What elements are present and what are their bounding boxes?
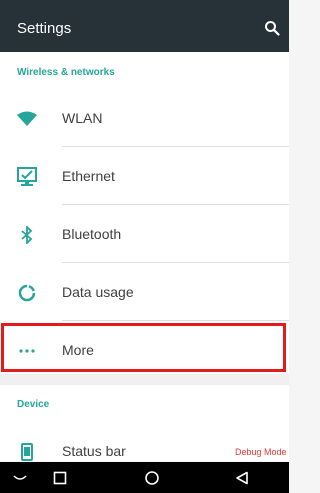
app-bar: Settings: [0, 0, 289, 52]
phone-icon: [16, 441, 38, 463]
settings-item-wlan[interactable]: WLAN: [0, 90, 289, 147]
divider: [62, 146, 289, 147]
collapse-icon[interactable]: [11, 469, 29, 487]
settings-item-label: Ethernet: [62, 168, 115, 184]
settings-item-label: Bluetooth: [62, 226, 122, 242]
divider: [62, 262, 289, 263]
settings-item-data-usage[interactable]: Data usage: [0, 264, 289, 321]
divider: [62, 204, 289, 205]
bluetooth-icon: [16, 224, 38, 246]
settings-item-label: Status bar: [62, 443, 126, 459]
search-icon[interactable]: [264, 20, 280, 36]
wifi-icon: [16, 108, 38, 130]
debug-mode-badge: Debug Mode: [235, 447, 287, 457]
highlight-box: [1, 323, 286, 372]
back-icon[interactable]: [233, 469, 251, 487]
settings-item-ethernet[interactable]: Ethernet: [0, 148, 289, 205]
recents-icon[interactable]: [51, 469, 69, 487]
divider: [62, 320, 289, 321]
page-title: Settings: [17, 20, 72, 37]
section-header-wireless: Wireless & networks: [17, 67, 115, 78]
home-icon[interactable]: [143, 469, 161, 487]
section-gap: [0, 374, 289, 385]
section-header-device: Device: [17, 399, 50, 410]
ethernet-icon: [16, 166, 38, 188]
data-usage-icon: [16, 282, 38, 304]
navigation-bar: [0, 462, 289, 493]
settings-item-label: Data usage: [62, 284, 134, 300]
settings-item-label: WLAN: [62, 110, 103, 126]
settings-item-bluetooth[interactable]: Bluetooth: [0, 206, 289, 263]
